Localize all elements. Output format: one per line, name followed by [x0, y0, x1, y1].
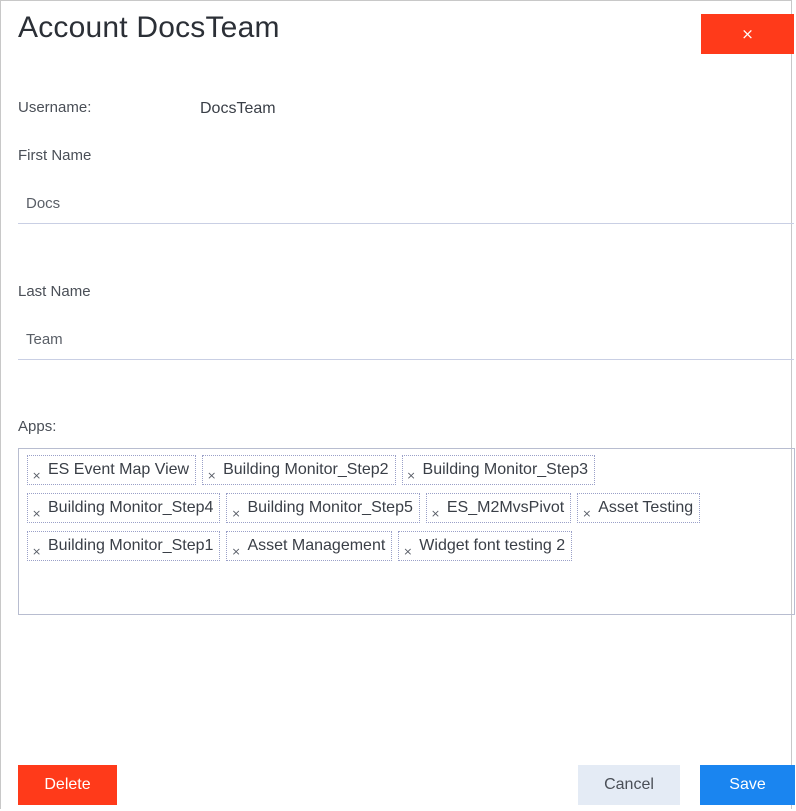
apps-label: Apps: — [18, 418, 57, 435]
remove-app-icon[interactable]: × — [32, 545, 44, 558]
remove-app-icon[interactable]: × — [32, 469, 44, 482]
app-chip: × Building Monitor_Step2 — [202, 455, 396, 485]
first-name-field[interactable] — [18, 184, 794, 224]
app-chip: × ES Event Map View — [27, 455, 197, 485]
app-chip-label: Asset Testing — [598, 499, 694, 516]
remove-app-icon[interactable]: × — [32, 507, 44, 520]
account-dialog: Account DocsTeam × Username: DocsTeam Fi… — [0, 0, 795, 809]
delete-button[interactable]: Delete — [18, 765, 117, 805]
apps-chip-list: × ES Event Map View × Building Monitor_S… — [27, 455, 786, 561]
remove-app-icon[interactable]: × — [582, 507, 594, 520]
first-name-label: First Name — [18, 147, 92, 164]
save-button[interactable]: Save — [700, 765, 795, 805]
last-name-field[interactable] — [18, 320, 794, 360]
app-chip-label: Building Monitor_Step2 — [223, 461, 389, 478]
close-icon: × — [741, 25, 754, 43]
remove-app-icon[interactable]: × — [431, 507, 443, 520]
app-chip: × Asset Testing — [577, 493, 701, 523]
app-chip-label: Building Monitor_Step4 — [48, 499, 214, 516]
app-chip-label: Asset Management — [247, 537, 386, 554]
remove-app-icon[interactable]: × — [407, 469, 419, 482]
remove-app-icon[interactable]: × — [231, 545, 243, 558]
app-chip: × Widget font testing 2 — [398, 531, 573, 561]
app-chip: × Building Monitor_Step3 — [401, 455, 595, 485]
app-chip: × Building Monitor_Step4 — [27, 493, 221, 523]
dialog-title: Account DocsTeam — [18, 11, 280, 44]
apps-multiselect[interactable]: × ES Event Map View × Building Monitor_S… — [18, 448, 795, 615]
username-value: DocsTeam — [200, 100, 276, 117]
remove-app-icon[interactable]: × — [231, 507, 243, 520]
app-chip-label: ES_M2MvsPivot — [446, 499, 565, 516]
app-chip-label: Building Monitor_Step1 — [48, 537, 214, 554]
close-button[interactable]: × — [701, 14, 794, 54]
remove-app-icon[interactable]: × — [207, 469, 219, 482]
app-chip: × Building Monitor_Step5 — [226, 493, 420, 523]
app-chip-label: Building Monitor_Step3 — [422, 461, 588, 478]
username-label: Username: — [18, 99, 92, 116]
app-chip-label: Building Monitor_Step5 — [247, 499, 413, 516]
app-chip-label: Widget font testing 2 — [419, 537, 566, 554]
app-chip-label: ES Event Map View — [48, 461, 190, 478]
app-chip: × ES_M2MvsPivot — [425, 493, 572, 523]
last-name-label: Last Name — [18, 283, 91, 300]
remove-app-icon[interactable]: × — [403, 545, 415, 558]
cancel-button[interactable]: Cancel — [578, 765, 680, 805]
app-chip: × Asset Management — [226, 531, 393, 561]
app-chip: × Building Monitor_Step1 — [27, 531, 221, 561]
